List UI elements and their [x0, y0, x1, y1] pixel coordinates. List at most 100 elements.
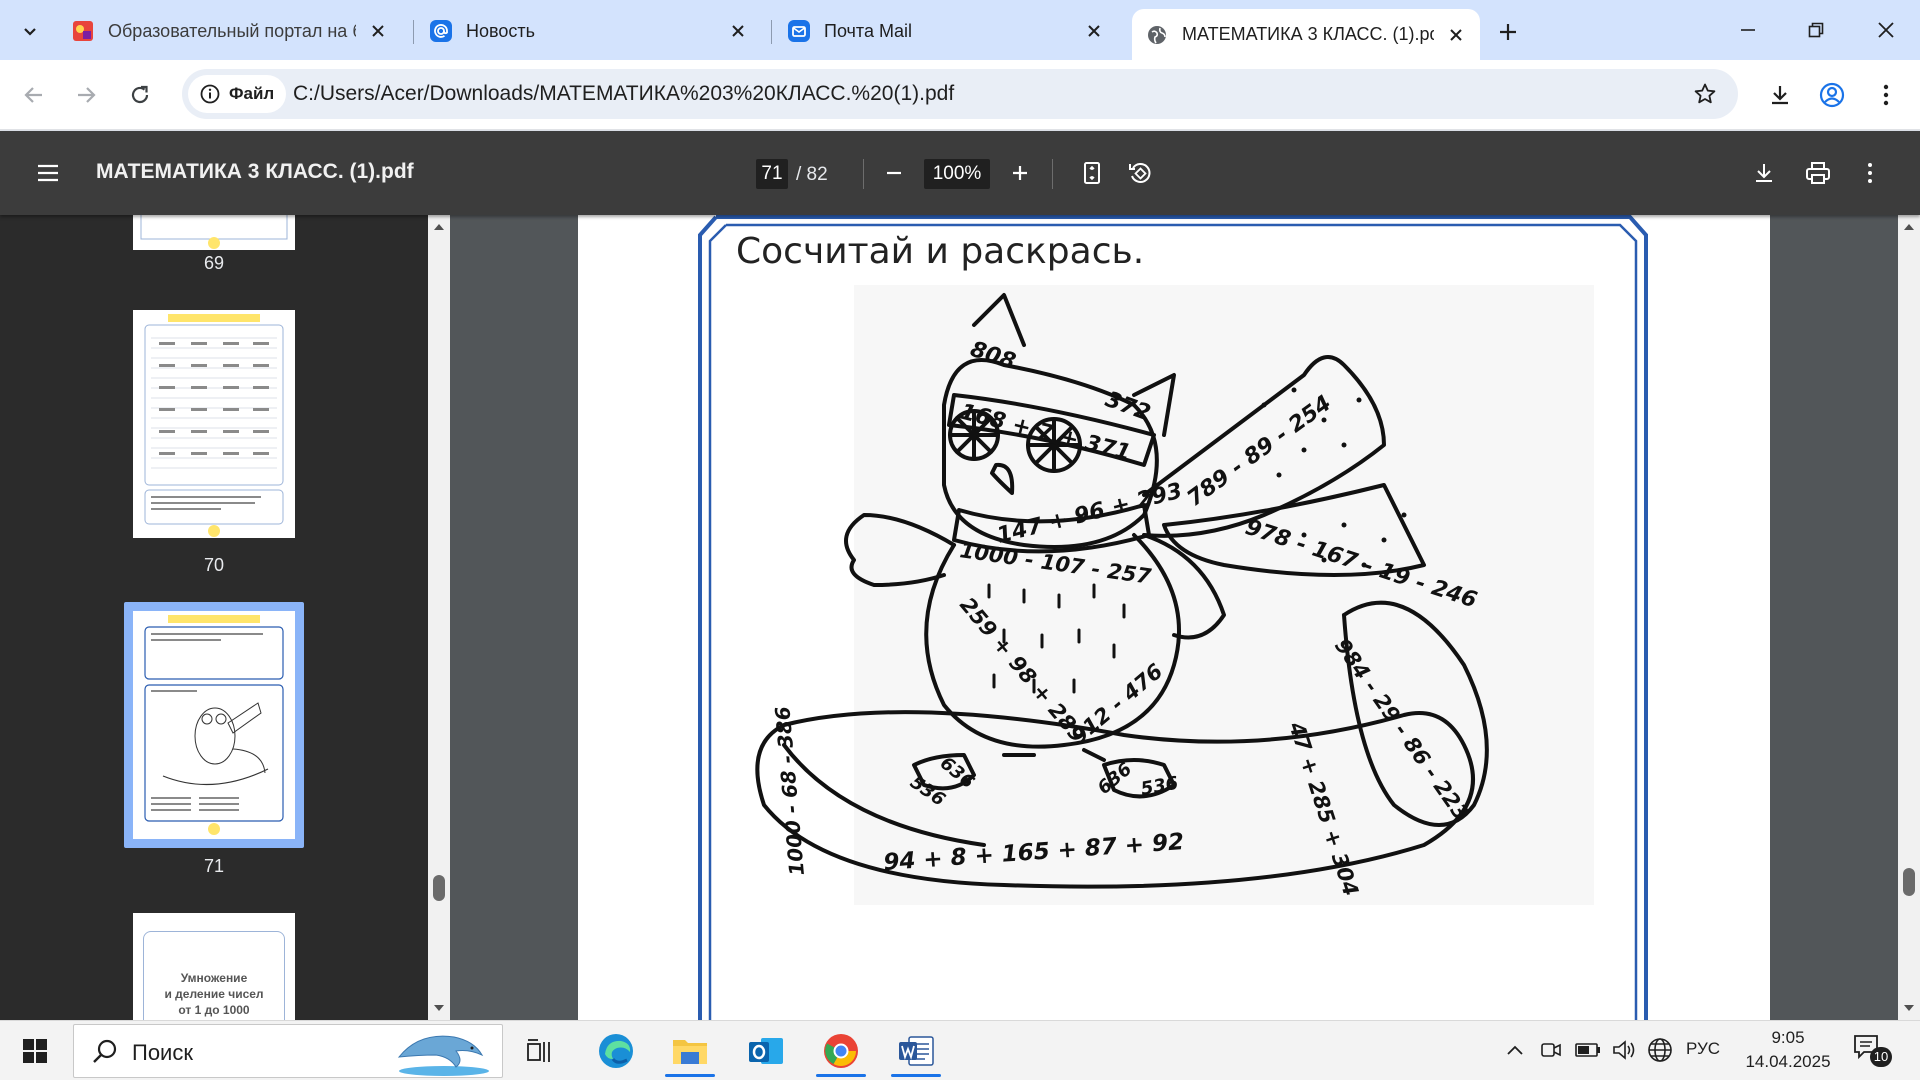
document-scrollbar[interactable] [1898, 215, 1920, 1020]
outlook-icon [749, 1038, 783, 1064]
battery-icon [1575, 1043, 1600, 1057]
tab-strip: Образовательный портал на б Новость Почт… [0, 0, 1920, 60]
pdf-download-button[interactable] [1744, 153, 1784, 193]
profile-button[interactable] [1812, 75, 1852, 115]
page-number-input[interactable]: 71 [756, 159, 788, 189]
minus-icon [887, 171, 901, 175]
chevron-up-icon [1507, 1045, 1523, 1055]
meet-now-button[interactable] [1538, 1036, 1564, 1064]
arrow-right-icon [78, 87, 96, 103]
chrome-browser-icon [824, 1034, 858, 1068]
close-icon [1878, 22, 1894, 38]
fit-page-button[interactable] [1072, 153, 1112, 193]
tab-portal[interactable]: Образовательный портал на б [58, 11, 402, 51]
tab-news[interactable]: Новость [416, 11, 762, 51]
forward-button[interactable] [66, 75, 106, 115]
close-window-button[interactable] [1860, 8, 1912, 52]
mail-envelope-icon [788, 20, 810, 42]
volume-button[interactable] [1610, 1036, 1638, 1064]
owl-coloring-illustration: 808 372 168 + 7 + 371 789 - 89 - 254 147… [755, 285, 1594, 905]
close-tab-icon[interactable] [368, 24, 388, 38]
site-info-chip[interactable]: Файл [188, 75, 287, 113]
task-view-button[interactable] [510, 1025, 570, 1077]
tab-math-pdf[interactable]: МАТЕМАТИКА 3 КЛАСС. (1).pd [1132, 9, 1480, 60]
scroll-down-arrow-icon [1904, 1005, 1914, 1011]
page-thumbnail[interactable] [133, 310, 295, 538]
browser-menu-button[interactable] [1866, 75, 1906, 115]
back-button[interactable] [14, 75, 54, 115]
pdf-sidebar-toggle[interactable] [28, 153, 68, 193]
toolbar-divider [863, 159, 864, 189]
battery-button[interactable] [1574, 1036, 1602, 1064]
close-tab-icon[interactable] [728, 24, 748, 38]
network-button[interactable] [1646, 1036, 1674, 1064]
thumbnail-sidebar: 69 70 71 Умножение и деление чисел от 1 … [0, 215, 428, 1020]
globe-icon [1146, 24, 1168, 46]
webcam-icon [1541, 1043, 1561, 1057]
more-vertical-icon [1883, 84, 1889, 106]
input-language[interactable]: РУС [1686, 1039, 1720, 1059]
windows-taskbar: Поиск РУС 9:05 14.04.2025 10 [0, 1020, 1920, 1080]
cover-text-line: и деление чисел [164, 987, 264, 1001]
taskbar-outlook[interactable] [736, 1025, 796, 1077]
pdf-title: МАТЕМАТИКА 3 КЛАСС. (1).pdf [96, 160, 414, 183]
restore-icon [1808, 22, 1824, 38]
tab-title: МАТЕМАТИКА 3 КЛАСС. (1).pd [1182, 24, 1434, 44]
chevron-down-icon [24, 28, 36, 36]
zoom-out-button[interactable] [874, 153, 914, 193]
sidebar-scrollbar[interactable] [428, 215, 450, 1020]
document-scroll-thumb[interactable] [1903, 868, 1915, 896]
scroll-down-arrow-icon [434, 1005, 444, 1011]
address-bar[interactable]: Файл C:/Users/Acer/Downloads/МАТЕМАТИКА%… [182, 69, 1738, 119]
url-text[interactable]: C:/Users/Acer/Downloads/МАТЕМАТИКА%203%2… [293, 82, 954, 106]
minimize-button[interactable] [1722, 8, 1774, 52]
star-icon [1694, 83, 1716, 104]
notification-center-button[interactable]: 10 [1852, 1033, 1892, 1069]
taskbar-search[interactable]: Поиск [73, 1024, 503, 1078]
download-icon [1756, 164, 1772, 182]
arrow-left-icon [24, 87, 42, 103]
taskbar-edge[interactable] [586, 1025, 646, 1077]
reload-button[interactable] [120, 75, 160, 115]
clock-time: 9:05 [1771, 1028, 1805, 1047]
new-tab-button[interactable] [1490, 14, 1526, 50]
tab-search-button[interactable] [10, 11, 50, 51]
thumbnail-label: 70 [203, 555, 225, 575]
page-thumbnail[interactable]: Умножение и деление чисел от 1 до 1000 [133, 913, 295, 1020]
taskbar-file-explorer[interactable] [660, 1025, 720, 1077]
globe-network-icon [1648, 1038, 1672, 1062]
task-view-icon [527, 1039, 550, 1062]
zoom-in-button[interactable] [1000, 153, 1040, 193]
pdf-toolbar: МАТЕМАТИКА 3 КЛАСС. (1).pdf 71 / 82 100% [0, 131, 1920, 215]
print-button[interactable] [1798, 153, 1838, 193]
thumbnail-content [144, 615, 284, 835]
show-hidden-icons-button[interactable] [1502, 1036, 1528, 1064]
zoom-input[interactable]: 100% [924, 159, 990, 189]
clock[interactable]: 9:05 14.04.2025 [1738, 1026, 1838, 1074]
tab-title: Образовательный портал на б [108, 20, 356, 41]
tab-separator [771, 20, 772, 44]
tab-title: Новость [466, 20, 536, 41]
rotate-button[interactable] [1120, 153, 1160, 193]
page-thumbnail[interactable] [133, 215, 295, 250]
reload-icon [131, 85, 149, 104]
start-button[interactable] [12, 1031, 58, 1071]
page-thumbnail[interactable] [133, 611, 295, 839]
hamburger-menu-icon [38, 164, 58, 182]
close-tab-icon[interactable] [1084, 24, 1104, 38]
close-tab-icon[interactable] [1446, 28, 1466, 42]
edge-browser-icon [599, 1034, 633, 1068]
bookmark-button[interactable] [1690, 79, 1720, 109]
taskbar-chrome[interactable] [811, 1025, 871, 1077]
tab-mail[interactable]: Почта Mail [774, 11, 1118, 51]
cover-text-line: Умножение [180, 971, 248, 985]
thumbnail-content [144, 314, 284, 537]
pdf-document-viewer[interactable]: Сосчитай и раскрась. 808 372 168 + 7 + 3… [450, 215, 1920, 1020]
dolphin-search-highlight-icon [397, 1035, 489, 1076]
sidebar-scroll-thumb[interactable] [433, 875, 445, 901]
taskbar-word[interactable] [886, 1025, 946, 1077]
restore-button[interactable] [1790, 8, 1842, 52]
downloads-button[interactable] [1760, 75, 1800, 115]
pdf-more-button[interactable] [1850, 153, 1890, 193]
word-icon [899, 1036, 934, 1066]
